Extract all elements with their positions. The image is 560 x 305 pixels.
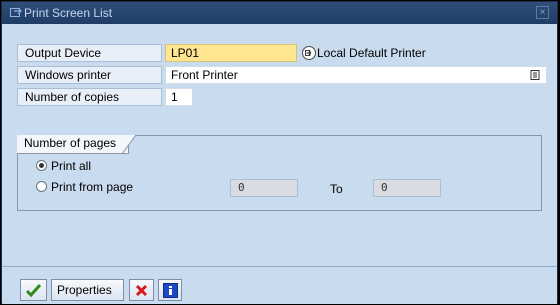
output-device-input[interactable]: LP01 bbox=[165, 44, 297, 62]
print-all-label: Print all bbox=[51, 159, 92, 173]
close-icon bbox=[135, 284, 148, 297]
output-device-label: Output Device bbox=[17, 44, 162, 62]
copies-label: Number of copies bbox=[17, 88, 162, 106]
output-device-description: Local Default Printer bbox=[317, 46, 426, 60]
number-of-pages-title: Number of pages bbox=[17, 135, 130, 154]
dialog-content: Output Device LP01 Local Default Printer… bbox=[2, 24, 557, 266]
printer-lookup-icon[interactable] bbox=[302, 46, 316, 60]
button-bar: Properties bbox=[2, 266, 557, 304]
cancel-button[interactable] bbox=[129, 279, 154, 301]
to-label: To bbox=[330, 182, 343, 196]
to-page-input[interactable]: 0 bbox=[373, 179, 441, 197]
print-from-page-label: Print from page bbox=[51, 180, 134, 194]
check-icon bbox=[26, 283, 41, 297]
info-icon bbox=[163, 283, 178, 298]
print-screen-icon bbox=[10, 7, 22, 17]
close-icon[interactable]: × bbox=[540, 7, 546, 18]
properties-button-label[interactable]: Properties bbox=[57, 283, 112, 297]
windows-printer-label: Windows printer bbox=[17, 66, 162, 84]
print-all-radio[interactable] bbox=[36, 160, 47, 171]
copies-input[interactable]: 1 bbox=[165, 88, 193, 106]
group-tab-slant bbox=[122, 135, 136, 154]
from-page-input[interactable]: 0 bbox=[230, 179, 298, 197]
print-from-page-radio[interactable] bbox=[36, 181, 47, 192]
dialog-title: Print Screen List bbox=[24, 6, 113, 20]
dropdown-list-icon[interactable] bbox=[530, 70, 540, 80]
close-button[interactable]: × bbox=[536, 6, 549, 19]
print-screen-list-dialog: Print Screen List × Output Device LP01 L… bbox=[1, 1, 558, 304]
confirm-button[interactable] bbox=[20, 279, 47, 301]
windows-printer-input[interactable]: Front Printer bbox=[165, 66, 547, 84]
information-button[interactable] bbox=[158, 279, 182, 301]
title-bar: Print Screen List × bbox=[2, 2, 557, 24]
